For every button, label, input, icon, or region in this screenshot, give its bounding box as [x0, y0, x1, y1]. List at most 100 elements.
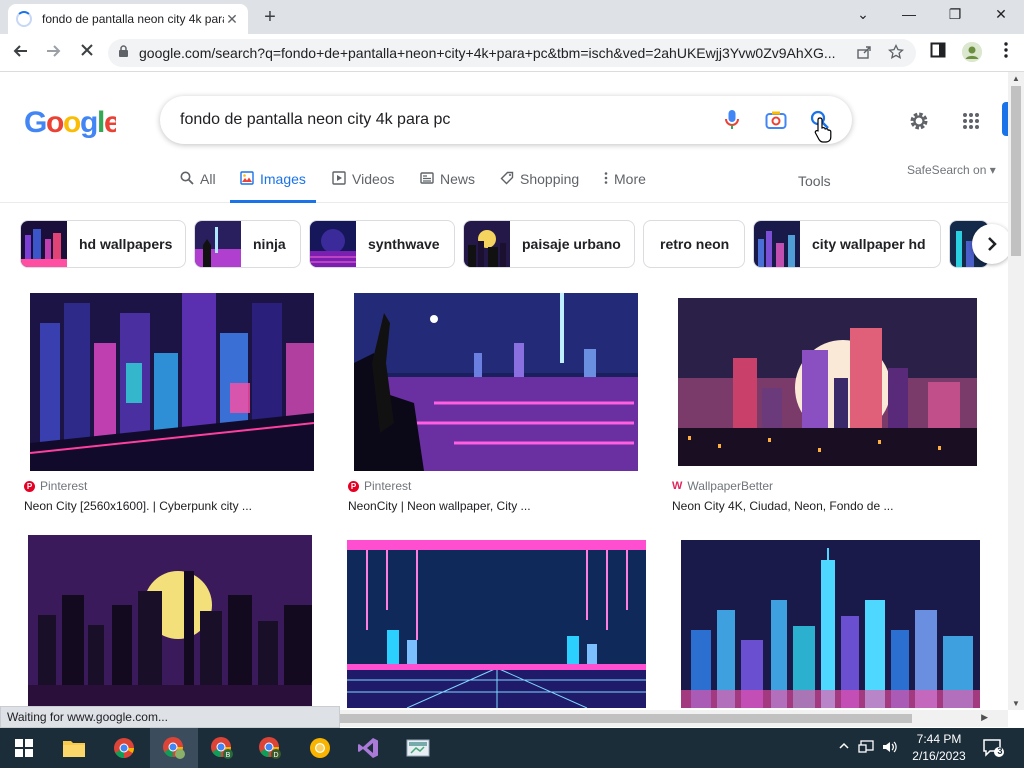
tab-all[interactable]: All [180, 171, 216, 203]
taskbar-chrome-profile-b[interactable]: B [198, 728, 246, 768]
profile-avatar[interactable] [962, 42, 982, 62]
bookmark-star-icon[interactable] [886, 43, 906, 63]
tray-overflow-icon[interactable] [838, 740, 850, 757]
chip-ninja[interactable]: ninja [194, 220, 301, 268]
taskbar-chrome-profile-active[interactable] [150, 728, 198, 768]
svg-text:G: G [24, 106, 46, 139]
taskbar-chrome-canary[interactable] [296, 728, 344, 768]
scroll-down-icon[interactable]: ▼ [1008, 699, 1024, 708]
result-thumbnail [28, 535, 312, 710]
tab-more[interactable]: More [604, 171, 646, 203]
result-caption-2[interactable]: NeonCity | Neon wallpaper, City ... [348, 499, 531, 513]
scroll-up-icon[interactable]: ▲ [1008, 74, 1024, 83]
close-window-button[interactable]: ✕ [978, 0, 1024, 30]
svg-text:D: D [273, 752, 278, 759]
tab-close-icon[interactable]: ✕ [224, 11, 240, 28]
svg-text:e: e [104, 106, 116, 139]
back-button[interactable] [10, 42, 32, 64]
start-button[interactable] [0, 728, 48, 768]
chip-synthwave[interactable]: synthwave [309, 220, 455, 268]
browser-tab[interactable]: fondo de pantalla neon city 4k para pc -… [8, 4, 248, 34]
kebab-icon [604, 172, 608, 184]
image-result-3[interactable] [678, 298, 977, 466]
chip-label: paisaje urbano [522, 236, 621, 252]
new-tab-button[interactable]: + [258, 6, 282, 30]
tab-label: News [440, 171, 476, 187]
chip-city-wallpaper-hd[interactable]: city wallpaper hd [753, 220, 941, 268]
address-bar[interactable]: google.com/search?q=fondo+de+pantalla+ne… [108, 39, 916, 67]
network-icon[interactable] [858, 740, 874, 757]
tab-label: Videos [352, 171, 395, 187]
vertical-scrollbar[interactable]: ▲ ▼ [1008, 72, 1024, 710]
google-logo[interactable]: G o o g l e [24, 105, 121, 147]
forward-button[interactable] [42, 42, 64, 64]
screen: fondo de pantalla neon city 4k para pc -… [0, 0, 1024, 768]
tab-news[interactable]: News [420, 171, 475, 203]
tab-images[interactable]: Images [230, 171, 316, 203]
source-label: WallpaperBetter [687, 479, 773, 493]
chip-label: retro neon [660, 236, 730, 252]
chevron-right-icon [988, 237, 997, 251]
svg-text:g: g [80, 106, 97, 139]
settings-gear-icon[interactable] [906, 108, 932, 134]
play-icon [332, 171, 346, 185]
camera-lens-icon[interactable] [764, 108, 788, 132]
system-tray [838, 740, 898, 757]
side-panel-icon[interactable] [928, 42, 948, 62]
result-source-3[interactable]: W WallpaperBetter [672, 479, 773, 493]
news-icon [420, 172, 434, 184]
image-result-5[interactable] [347, 540, 646, 708]
tools-button[interactable]: Tools [798, 173, 831, 189]
taskbar-visual-studio[interactable] [344, 728, 392, 768]
result-thumbnail [347, 540, 646, 708]
chrome-profile-icon: D [259, 737, 281, 759]
scrollbar-thumb[interactable] [340, 714, 912, 723]
image-result-2[interactable] [354, 293, 638, 471]
apps-grid-icon[interactable] [958, 108, 984, 134]
taskbar-app[interactable] [394, 728, 442, 768]
stop-x-icon [81, 44, 93, 56]
result-thumbnail [681, 540, 980, 708]
scroll-right-icon[interactable]: ▶ [981, 712, 988, 723]
stop-button[interactable] [76, 42, 98, 64]
chip-hd-wallpapers[interactable]: hd wallpapers [20, 220, 186, 268]
chip-retro-neon[interactable]: retro neon [643, 220, 745, 268]
minimize-button[interactable]: — [886, 0, 932, 30]
safesearch-toggle[interactable]: SafeSearch on ▾ [907, 163, 996, 177]
search-input[interactable]: fondo de pantalla neon city 4k para pc [180, 111, 720, 129]
taskbar-clock[interactable]: 7:44 PM 2/16/2023 [904, 731, 974, 765]
taskbar-chrome-profile-d[interactable]: D [246, 728, 294, 768]
share-icon[interactable] [854, 44, 874, 63]
search-icon [180, 171, 194, 185]
result-caption-1[interactable]: Neon City [2560x1600]. | Cyberpunk city … [24, 499, 252, 513]
chip-thumbnail [310, 221, 356, 267]
scrollbar-thumb[interactable] [1011, 86, 1021, 256]
tab-shopping[interactable]: Shopping [500, 171, 579, 203]
image-icon [240, 171, 254, 185]
mic-icon[interactable] [720, 108, 744, 132]
notification-center-button[interactable]: 3 [982, 738, 1004, 758]
tab-search-button[interactable]: ⌄ [840, 0, 886, 30]
chip-label: city wallpaper hd [812, 236, 926, 252]
image-result-4[interactable] [28, 535, 312, 710]
pinterest-icon: P [24, 480, 35, 492]
result-thumbnail [30, 293, 314, 471]
back-arrow-icon [13, 45, 27, 57]
tab-videos[interactable]: Videos [332, 171, 395, 203]
chip-thumbnail [754, 221, 800, 267]
image-result-1[interactable] [30, 293, 314, 471]
result-source-2[interactable]: P Pinterest [348, 479, 411, 493]
chrome-menu-icon[interactable] [996, 42, 1016, 62]
result-source-1[interactable]: P Pinterest [24, 479, 87, 493]
result-caption-3[interactable]: Neon City 4K, Ciudad, Neon, Fondo de ... [672, 499, 893, 513]
volume-icon[interactable] [882, 740, 898, 757]
image-result-6[interactable] [681, 540, 980, 708]
browser-titlebar: fondo de pantalla neon city 4k para pc -… [0, 0, 1024, 34]
chrome-profile-icon [163, 737, 185, 759]
taskbar-chrome[interactable] [100, 728, 148, 768]
restore-button[interactable]: ❐ [932, 0, 978, 30]
chips-next-button[interactable] [972, 224, 1012, 264]
chip-paisaje-urbano[interactable]: paisaje urbano [463, 220, 635, 268]
search-box[interactable]: fondo de pantalla neon city 4k para pc [160, 96, 852, 144]
taskbar-file-explorer[interactable] [50, 728, 98, 768]
